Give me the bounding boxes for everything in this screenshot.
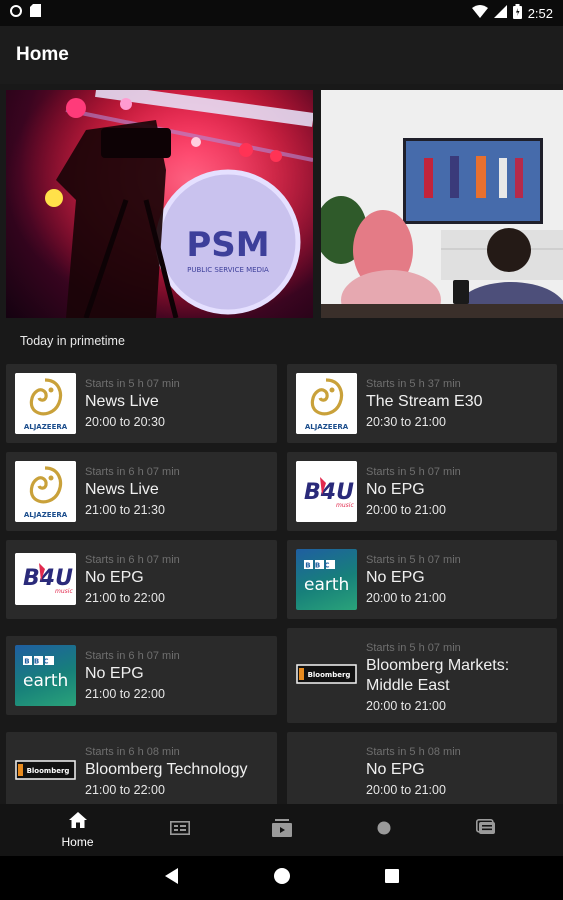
program-card[interactable]: ALJAZEERA Starts in 5 h 07 min News Live…	[6, 364, 277, 443]
recordings-icon	[271, 818, 292, 842]
status-time: 2:52	[527, 5, 553, 21]
nav-home[interactable]: Home	[27, 804, 129, 856]
channel-logo-text: Bloomberg	[27, 767, 70, 775]
program-card[interactable]: B4U music Starts in 6 h 07 min No EPG 21…	[6, 540, 277, 619]
channel-logo-subtext: earth	[23, 671, 68, 691]
channel-logo-text: BBC	[305, 562, 333, 570]
program-time: 20:00 to 20:30	[85, 415, 165, 429]
nav-record[interactable]	[333, 804, 435, 856]
channel-logo-aljazeera: ALJAZEERA	[15, 373, 76, 434]
starts-in-label: Starts in 5 h 07 min	[85, 378, 180, 390]
app-bar: Home	[0, 26, 563, 84]
program-title: No EPG	[85, 665, 144, 682]
starts-in-label: Starts in 6 h 08 min	[85, 746, 180, 758]
guide-icon	[169, 820, 190, 840]
channel-logo-text: Bloomberg	[308, 671, 351, 679]
hero-banner: PSM PUBLIC SERVICE MEDIA	[0, 84, 563, 322]
channel-logo-text: BBC	[24, 658, 52, 666]
starts-in-label: Starts in 6 h 07 min	[85, 650, 180, 662]
program-time: 21:00 to 22:00	[85, 783, 165, 797]
record-dot-icon	[377, 821, 391, 840]
program-time: 21:00 to 22:00	[85, 591, 165, 605]
channel-logo-text: ALJAZEERA	[24, 423, 68, 431]
program-title: News Live	[85, 481, 159, 498]
channel-logo-subtext: earth	[304, 575, 349, 595]
messages-icon	[475, 819, 496, 841]
program-card[interactable]: BBC earth Starts in 6 h 07 min No EPG 21…	[6, 636, 277, 715]
hero-image-stage[interactable]: PSM PUBLIC SERVICE MEDIA	[6, 90, 313, 318]
starts-in-label: Starts in 5 h 08 min	[366, 746, 461, 758]
channel-logo-bbc-earth: BBC earth	[15, 645, 76, 706]
back-icon[interactable]	[164, 867, 179, 889]
starts-in-label: Starts in 6 h 07 min	[85, 554, 180, 566]
recents-square-icon[interactable]	[384, 868, 399, 888]
program-time: 20:30 to 21:00	[366, 415, 446, 429]
program-time: 20:00 to 21:00	[366, 699, 446, 713]
program-time: 20:00 to 21:00	[366, 503, 446, 517]
program-title: Bloomberg Technology	[85, 761, 248, 778]
starts-in-label: Starts in 5 h 07 min	[366, 554, 461, 566]
section-title-primetime: Today in primetime	[20, 334, 125, 348]
channel-logo-subtext: music	[336, 502, 354, 509]
program-card[interactable]: Bloomberg Starts in 5 h 07 min Bloomberg…	[287, 628, 557, 723]
channel-logo-bbc-earth: BBC earth	[296, 549, 357, 610]
starts-in-label: Starts in 6 h 07 min	[85, 466, 180, 478]
channel-logo-text: ALJAZEERA	[24, 511, 68, 519]
program-card[interactable]: Starts in 5 h 08 min No EPG 20:00 to 21:…	[287, 732, 557, 804]
channel-logo-aljazeera: ALJAZEERA	[296, 373, 357, 434]
program-card[interactable]: Bloomberg Starts in 6 h 08 min Bloomberg…	[6, 732, 277, 804]
home-content[interactable]: PSM PUBLIC SERVICE MEDIA Today in primet…	[0, 84, 563, 804]
nav-guide[interactable]	[129, 804, 231, 856]
sd-card-icon	[30, 4, 41, 22]
program-title: No EPG	[85, 569, 144, 586]
program-title: News Live	[85, 393, 159, 410]
channel-logo-bloomberg: Bloomberg	[296, 663, 357, 685]
home-icon	[68, 811, 87, 833]
program-title: The Stream E30	[366, 393, 483, 410]
program-time: 20:00 to 21:00	[366, 591, 446, 605]
bottom-navigation: Home	[0, 804, 563, 856]
program-time: 21:00 to 22:00	[85, 687, 165, 701]
home-circle-icon[interactable]	[273, 867, 290, 889]
hero-image-tv[interactable]	[321, 90, 563, 318]
program-time: 21:00 to 21:30	[85, 503, 165, 517]
starts-in-label: Starts in 5 h 07 min	[366, 642, 461, 654]
channel-logo-subtext: music	[55, 588, 73, 595]
program-title: No EPG	[366, 761, 425, 778]
program-card[interactable]: ALJAZEERA Starts in 5 h 37 min The Strea…	[287, 364, 557, 443]
nav-messages[interactable]	[435, 804, 537, 856]
channel-logo-bloomberg: Bloomberg	[15, 759, 76, 781]
program-card[interactable]: BBC earth Starts in 5 h 07 min No EPG 20…	[287, 540, 557, 619]
nav-home-label: Home	[61, 834, 94, 849]
page-title: Home	[16, 44, 69, 65]
wifi-icon	[471, 5, 488, 21]
hero-psm-logo-text: PSM	[186, 225, 269, 265]
program-title: No EPG	[366, 481, 425, 498]
channel-logo-text: ALJAZEERA	[305, 423, 349, 431]
status-bar: 2:52	[0, 0, 563, 26]
channel-logo-b4u: B4U music	[296, 461, 357, 522]
program-card[interactable]: B4U music Starts in 5 h 07 min No EPG 20…	[287, 452, 557, 531]
signal-icon	[493, 5, 507, 21]
channel-logo-aljazeera: ALJAZEERA	[15, 461, 76, 522]
notification-circle-icon	[10, 4, 22, 22]
starts-in-label: Starts in 5 h 37 min	[366, 378, 461, 390]
starts-in-label: Starts in 5 h 07 min	[366, 466, 461, 478]
battery-icon	[512, 4, 522, 22]
program-title: Bloomberg Markets: Middle East	[366, 657, 510, 694]
program-card[interactable]: ALJAZEERA Starts in 6 h 07 min News Live…	[6, 452, 277, 531]
program-time: 20:00 to 21:00	[366, 783, 446, 797]
channel-logo-b4u: B4U music	[15, 553, 76, 605]
nav-recordings[interactable]	[231, 804, 333, 856]
hero-psm-sublabel: PUBLIC SERVICE MEDIA	[187, 266, 269, 274]
program-title: No EPG	[366, 569, 425, 586]
system-navigation-bar	[0, 856, 563, 900]
